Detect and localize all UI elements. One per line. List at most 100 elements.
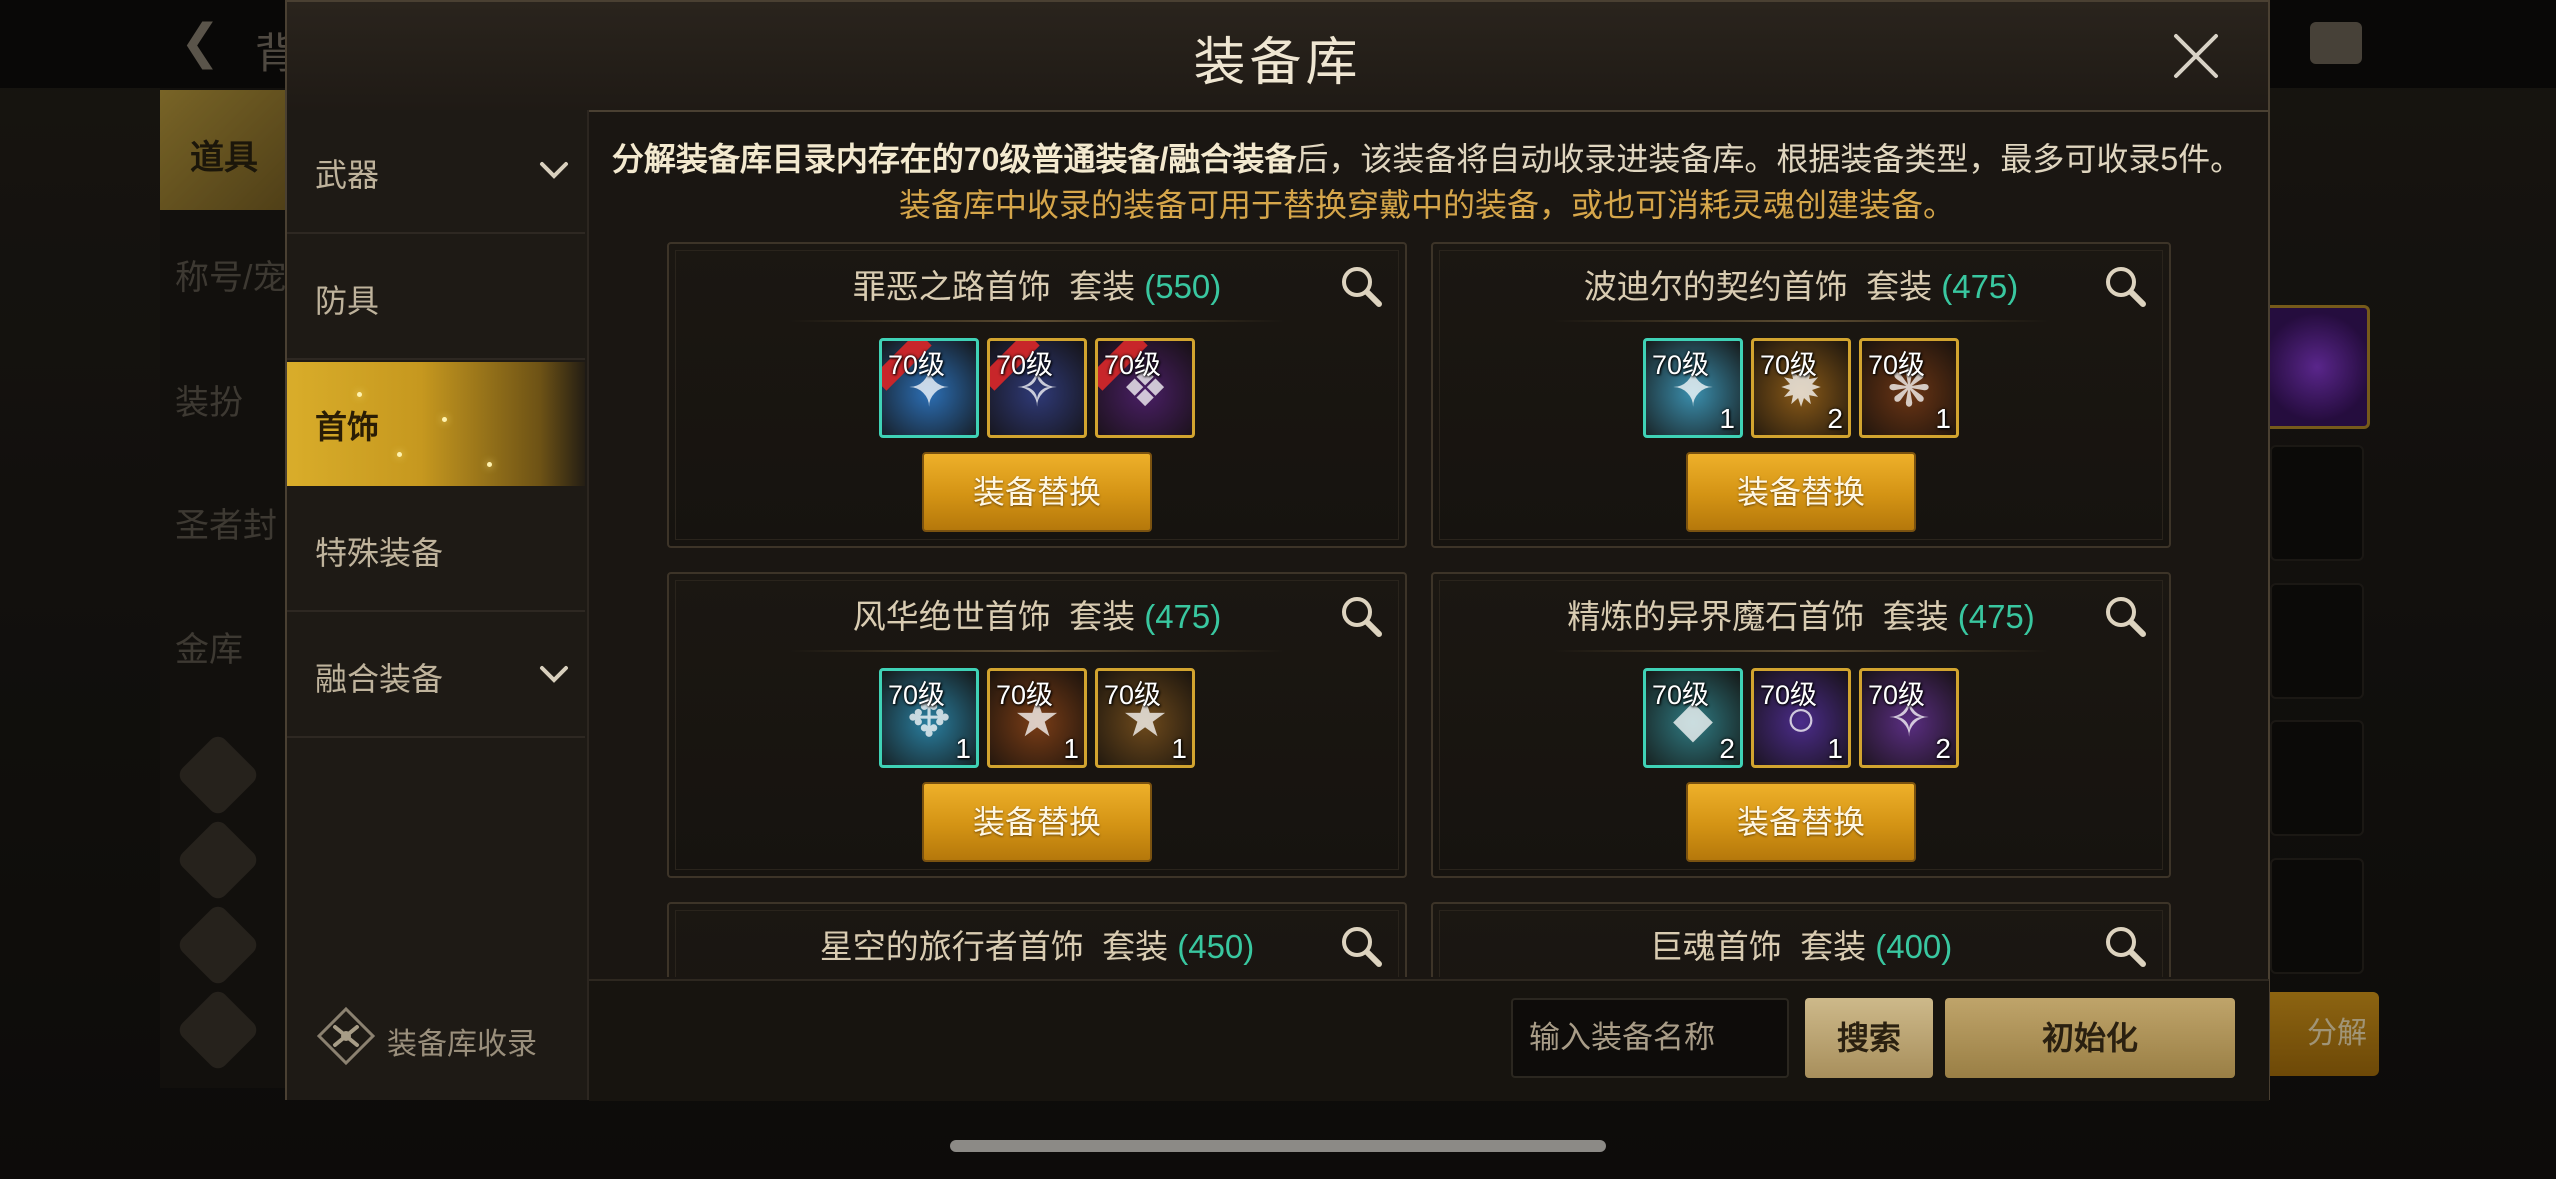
equipment-item-icon[interactable]: ★ 70级 1: [1095, 668, 1195, 768]
item-count: 1: [1719, 403, 1735, 434]
info-text-rest: 后，该装备将自动收录进装备库。根据装备类型，最多可收录5件。: [1296, 141, 2243, 177]
item-level: 70级: [1104, 680, 1162, 710]
item-row: ✥ 70级 1 ★ 70级 1 ★ 70级 1: [669, 668, 1405, 770]
set-name: 罪恶之路首饰: [852, 268, 1051, 305]
magnifier-icon[interactable]: [2101, 262, 2149, 310]
item-level: 70级: [996, 350, 1054, 380]
set-card: 星空的旅行者首饰 套装 (450)装备替换: [667, 902, 1407, 977]
equip-replace-button[interactable]: 装备替换: [922, 452, 1152, 532]
equipment-item-icon[interactable]: ○ 70级 1: [1751, 668, 1851, 768]
category-sidebar: 武器 防具 首饰 特殊装备 融合装备 装备库收录: [287, 110, 589, 1100]
set-grid[interactable]: 罪恶之路首饰 套装 (550) ✦ 70级 ✧ 70级 ❖ 70级装备替换 波迪尔的契约首饰 …: [667, 242, 2267, 977]
equipment-item-icon[interactable]: ✦ 70级: [879, 338, 979, 438]
equipment-item-icon[interactable]: ✹ 70级 2: [1751, 338, 1851, 438]
close-icon[interactable]: [2164, 24, 2228, 88]
equipment-item-icon[interactable]: ✥ 70级 1: [879, 668, 979, 768]
magnifier-icon[interactable]: [2101, 922, 2149, 970]
set-title: 巨魂首饰 套装 (400): [1433, 920, 2169, 968]
nav-item-label: 武器: [315, 157, 380, 193]
set-score: (450): [1177, 928, 1255, 965]
set-name: 巨魂首饰: [1649, 928, 1782, 965]
magnifier-icon[interactable]: [1337, 592, 1385, 640]
nav-item-fusion[interactable]: 融合装备: [287, 614, 585, 738]
equipment-item-icon[interactable]: ❖ 70级: [1095, 338, 1195, 438]
sparkle-decoration: [442, 417, 447, 422]
sparkle-decoration: [397, 452, 402, 457]
item-level: 70级: [1652, 350, 1710, 380]
equipment-search-input[interactable]: [1511, 998, 1789, 1078]
set-name: 波迪尔的契约首饰: [1583, 268, 1848, 305]
item-count: 2: [1719, 733, 1735, 764]
item-count: 1: [1171, 733, 1187, 764]
equipment-item-icon[interactable]: ✦ 70级 1: [1643, 338, 1743, 438]
nav-item-weapon[interactable]: 武器: [287, 110, 585, 234]
magnifier-icon[interactable]: [1337, 922, 1385, 970]
chevron-down-icon: [540, 162, 568, 179]
item-row: ✦ 70级 ✧ 70级 ❖ 70级: [669, 338, 1405, 440]
item-row: ✦ 70级 1 ✹ 70级 2 ❋ 70级 1: [1433, 338, 2169, 440]
card-divider: [1553, 650, 2049, 652]
set-card: 风华绝世首饰 套装 (475) ✥ 70级 1 ★ 70级 1 ★ 70级 1 装备替换: [667, 572, 1407, 878]
item-level: 70级: [1760, 680, 1818, 710]
item-level: 70级: [888, 350, 946, 380]
nav-item-label: 融合装备: [315, 661, 444, 697]
collection-icon: [316, 1006, 376, 1066]
set-title: 罪恶之路首饰 套装 (550): [669, 260, 1405, 308]
item-row: ◆ 70级 2 ○ 70级 1 ✧ 70级 2: [1433, 668, 2169, 770]
item-level: 70级: [1760, 350, 1818, 380]
item-level: 70级: [996, 680, 1054, 710]
equipment-library-modal: 装备库 武器 防具 首饰 特殊装备 融合装备 装备库收录 分解装备库目录内存在的…: [285, 0, 2270, 1101]
magnifier-icon[interactable]: [2101, 592, 2149, 640]
chevron-down-icon: [540, 666, 568, 683]
equipment-item-icon[interactable]: ❋ 70级 1: [1859, 338, 1959, 438]
home-indicator[interactable]: [950, 1140, 1606, 1152]
set-type: 套装: [1069, 598, 1136, 635]
item-level: 70级: [1652, 680, 1710, 710]
nav-item-label: 防具: [315, 283, 380, 319]
set-title: 波迪尔的契约首饰 套装 (475): [1433, 260, 2169, 308]
nav-item-special[interactable]: 特殊装备: [287, 488, 585, 612]
equip-replace-button[interactable]: 装备替换: [1686, 782, 1916, 862]
equipment-item-icon[interactable]: ✧ 70级: [987, 338, 1087, 438]
item-count: 2: [1827, 403, 1843, 434]
reset-button[interactable]: 初始化: [1945, 998, 2235, 1078]
set-card: 波迪尔的契约首饰 套装 (475) ✦ 70级 1 ✹ 70级 2 ❋ 70级 1 装备替换: [1431, 242, 2171, 548]
set-card: 罪恶之路首饰 套装 (550) ✦ 70级 ✧ 70级 ❖ 70级装备替换: [667, 242, 1407, 548]
set-name: 星空的旅行者首饰: [819, 928, 1084, 965]
nav-item-accessory[interactable]: 首饰: [287, 362, 585, 486]
set-score: (475): [1941, 268, 2019, 305]
info-text-line2: 装备库中收录的装备可用于替换穿戴中的装备，或也可消耗灵魂创建装备。: [898, 187, 1955, 223]
card-divider: [789, 320, 1285, 322]
equip-replace-button[interactable]: 装备替换: [922, 782, 1152, 862]
info-text-line1: 分解装备库目录内存在的70级普通装备/融合装备后，该装备将自动收录进装备库。根据…: [607, 134, 2247, 180]
set-type: 套装: [1882, 598, 1949, 635]
set-type: 套装: [1800, 928, 1867, 965]
item-count: 2: [1935, 733, 1951, 764]
nav-item-armor[interactable]: 防具: [287, 236, 585, 360]
equip-replace-button[interactable]: 装备替换: [1686, 452, 1916, 532]
collection-label: 装备库收录: [387, 1028, 537, 1061]
equipment-item-icon[interactable]: ◆ 70级 2: [1643, 668, 1743, 768]
info-text-bold: 分解装备库目录内存在的70级普通装备/融合装备: [611, 141, 1297, 177]
modal-header: 装备库: [287, 2, 2268, 112]
equipment-item-icon[interactable]: ✧ 70级 2: [1859, 668, 1959, 768]
set-title: 精炼的异界魔石首饰 套装 (475): [1433, 590, 2169, 638]
set-type: 套装: [1866, 268, 1933, 305]
set-score: (550): [1144, 268, 1222, 305]
equipment-item-icon[interactable]: ★ 70级 1: [987, 668, 1087, 768]
magnifier-icon[interactable]: [1337, 262, 1385, 310]
set-type: 套装: [1102, 928, 1169, 965]
set-score: (400): [1875, 928, 1953, 965]
set-card: 巨魂首饰 套装 (400)装备替换: [1431, 902, 2171, 977]
search-button[interactable]: 搜索: [1805, 998, 1933, 1078]
set-name: 风华绝世首饰: [852, 598, 1051, 635]
set-title: 风华绝世首饰 套装 (475): [669, 590, 1405, 638]
item-level: 70级: [1868, 680, 1926, 710]
item-count: 1: [955, 733, 971, 764]
item-count: 1: [1935, 403, 1951, 434]
modal-title: 装备库: [1193, 34, 1362, 92]
item-count: 1: [1063, 733, 1079, 764]
set-title: 星空的旅行者首饰 套装 (450): [669, 920, 1405, 968]
item-count: 1: [1827, 733, 1843, 764]
set-score: (475): [1144, 598, 1222, 635]
